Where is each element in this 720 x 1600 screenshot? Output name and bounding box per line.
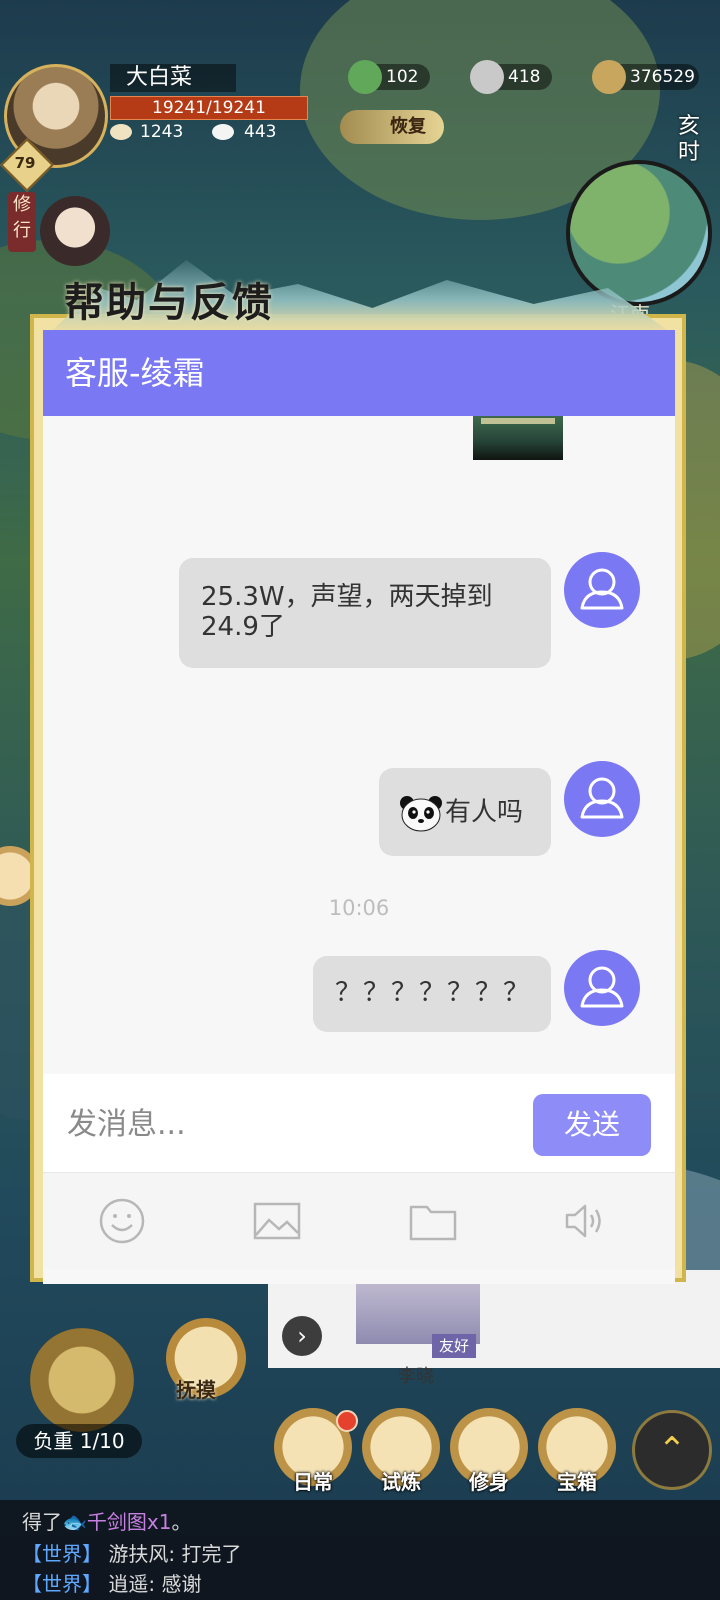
jade-icon	[348, 60, 382, 94]
message-text: 25.3W，声望，两天掉到24.9了	[201, 582, 493, 642]
player-name: 大白菜	[110, 64, 236, 92]
inventory-cart-button[interactable]	[30, 1328, 134, 1432]
world-chat-log[interactable]: 得了🐟千剑图x1。 【世界】 游扶风: 打完了 【世界】 逍遥: 感谢	[0, 1500, 720, 1600]
notification-dot	[336, 1410, 358, 1432]
user-icon	[580, 777, 624, 819]
chat-log-line: 【世界】 逍遥: 感谢	[22, 1568, 201, 1597]
user-avatar	[564, 950, 640, 1026]
log-prefix: 得了	[22, 1510, 62, 1534]
message-bubble: ？？？？？？？	[313, 956, 551, 1032]
resource-2-value: 418	[508, 67, 541, 87]
time-label: 亥时	[678, 114, 701, 165]
dumpling-icon	[212, 124, 234, 140]
chat-log-line: 得了🐟千剑图x1。	[22, 1506, 191, 1535]
resource-coins[interactable]: 376529	[592, 60, 699, 94]
sword-icon: 🐟	[62, 1510, 87, 1534]
log-suffix: 。	[171, 1510, 192, 1534]
log-text: 游扶风: 打完了	[108, 1542, 242, 1566]
resource-jade[interactable]: 102	[348, 60, 431, 94]
stat-a: 1243	[110, 120, 183, 144]
panda-emoji-icon	[399, 794, 443, 832]
silver-ingot-icon	[470, 60, 504, 94]
menu-label-daily: 日常	[293, 1470, 333, 1494]
message-text: 有人吗	[445, 797, 524, 828]
send-button[interactable]: 发送	[533, 1094, 651, 1156]
bun-icon	[110, 124, 132, 140]
recover-button[interactable]: 恢复	[340, 110, 444, 144]
image-icon[interactable]	[251, 1195, 303, 1247]
stat-a-value: 1243	[140, 122, 184, 142]
smile-icon[interactable]	[96, 1195, 148, 1247]
chat-log-line: 【世界】 游扶风: 打完了	[22, 1538, 241, 1567]
resource-3-value: 376529	[630, 67, 695, 87]
chat-header: 客服-绫霜	[43, 330, 675, 416]
user-avatar	[564, 761, 640, 837]
message-timestamp: 10:06	[328, 896, 390, 920]
message-text: ？？？？？？？	[335, 978, 532, 1008]
thumbnail-detail	[481, 418, 555, 424]
message-bubble: 25.3W，声望，两天掉到24.9了	[179, 558, 551, 668]
message-input[interactable]	[65, 1098, 509, 1150]
log-channel: 【世界】	[22, 1542, 102, 1566]
stat-b: 443	[212, 120, 276, 144]
chevron-up-icon[interactable]: ⌃	[632, 1410, 712, 1490]
user-icon	[580, 966, 624, 1008]
menu-label-chest: 宝箱	[557, 1470, 597, 1494]
touch-label: 抚摸	[176, 1378, 216, 1402]
log-item: 千剑图x1	[86, 1510, 172, 1534]
log-channel: 【世界】	[22, 1572, 102, 1596]
menu-label-trial: 试炼	[381, 1470, 421, 1494]
menu-label-cultivate: 修身	[469, 1470, 509, 1494]
chevron-right-icon[interactable]: ›	[282, 1316, 322, 1356]
friend-panel	[268, 1270, 720, 1368]
hp-bar: 19241/19241	[110, 96, 308, 120]
coin-icon	[592, 60, 626, 94]
dialog-title: 帮助与反馈	[64, 280, 274, 326]
message-input-bar: 发送	[43, 1074, 675, 1172]
message-bubble: 有人吗	[379, 768, 551, 856]
log-text: 逍遥: 感谢	[108, 1572, 202, 1596]
stat-b-value: 443	[244, 122, 277, 142]
minimap[interactable]	[566, 160, 712, 306]
customer-service-chat: 客服-绫霜 25.3W，声望，两天掉到24.9了 有人吗 10:06 ？？？？？…	[43, 330, 675, 1284]
speaker-icon[interactable]	[561, 1195, 613, 1247]
level-text: 79	[14, 154, 36, 172]
load-capacity: 负重 1/10	[16, 1424, 142, 1458]
resource-1-value: 102	[386, 67, 419, 87]
sent-image-thumbnail[interactable]	[473, 416, 563, 460]
user-icon	[580, 568, 624, 610]
user-avatar	[564, 552, 640, 628]
chat-header-title: 客服-绫霜	[65, 354, 205, 392]
attachment-toolbar	[43, 1172, 675, 1269]
practice-tag[interactable]: 修行	[8, 192, 36, 252]
friend-relation-tag: 友好	[432, 1334, 476, 1358]
resource-silver[interactable]: 418	[470, 60, 553, 94]
folder-icon[interactable]	[407, 1195, 459, 1247]
friend-name: 李晓	[398, 1366, 434, 1387]
companion-avatar[interactable]	[40, 196, 110, 266]
